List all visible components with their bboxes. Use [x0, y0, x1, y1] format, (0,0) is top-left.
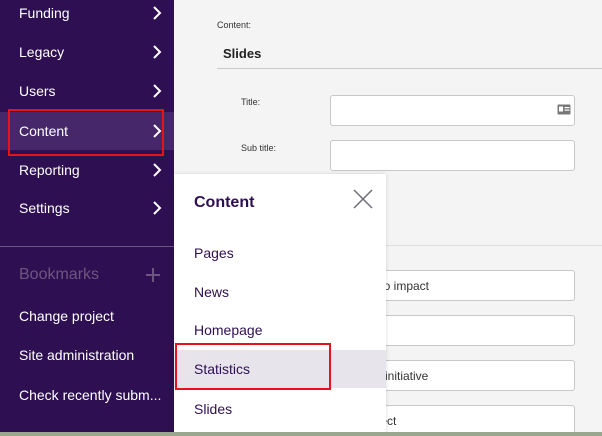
submenu-item-news[interactable]: News [174, 273, 386, 311]
title-label: Title: [241, 97, 261, 107]
sidebar-item-label: Legacy [19, 44, 65, 60]
check-recently-submitted-link[interactable]: Check recently subm... [19, 387, 161, 403]
sidebar-item-users[interactable]: Users [0, 74, 174, 108]
submenu-item-label: Homepage [194, 322, 263, 338]
sidebar-item-label: Reporting [19, 162, 80, 178]
submenu-item-homepage[interactable]: Homepage [174, 311, 386, 349]
submenu-item-label: Pages [194, 245, 234, 261]
submenu-item-label: News [194, 284, 230, 300]
subtitle-label: Sub title: [241, 143, 277, 153]
submenu-item-label: Slides [194, 401, 233, 417]
slides-section-title: Slides [223, 46, 262, 61]
submenu-title: Content [194, 194, 255, 211]
sidebar-item-content[interactable]: Content [0, 112, 174, 150]
submenu-item-slides[interactable]: Slides [174, 390, 386, 428]
subtitle-input[interactable] [330, 140, 575, 171]
content-field-label: Content: [217, 20, 252, 30]
close-icon[interactable] [352, 188, 374, 210]
change-project-link[interactable]: Change project [19, 308, 114, 324]
submenu-item-label: Statistics [194, 361, 251, 377]
submenu-item-statistics[interactable]: Statistics [174, 350, 386, 388]
sidebar-item-settings[interactable]: Settings [0, 191, 174, 225]
site-administration-link[interactable]: Site administration [19, 347, 134, 363]
sidebar-item-label: Content [19, 123, 69, 139]
chevron-right-icon [153, 163, 162, 177]
sidebar-item-funding[interactable]: Funding [0, 0, 174, 30]
title-input[interactable] [330, 95, 575, 126]
chevron-right-icon [153, 6, 162, 20]
sidebar-divider [0, 246, 174, 247]
section-divider [217, 68, 602, 69]
sidebar-item-reporting[interactable]: Reporting [0, 153, 174, 187]
chevron-right-icon [153, 201, 162, 215]
sidebar-item-label: Users [19, 83, 56, 99]
sidebar-item-legacy[interactable]: Legacy [0, 35, 174, 69]
sidebar-item-label: Funding [19, 5, 70, 21]
contact-card-icon[interactable] [557, 104, 571, 115]
bookmarks-heading: Bookmarks [19, 266, 100, 283]
sidebar-item-label: Settings [19, 200, 70, 216]
chevron-right-icon [153, 124, 162, 138]
content-submenu: Content Pages News Homepage Statistics S… [174, 174, 386, 436]
submenu-item-pages[interactable]: Pages [174, 234, 386, 272]
add-bookmark-icon[interactable] [145, 266, 161, 284]
chevron-right-icon [153, 45, 162, 59]
sidebar: Funding Legacy Users Content Reporting S… [0, 0, 174, 436]
chevron-right-icon [153, 84, 162, 98]
bottom-strip [0, 432, 602, 436]
